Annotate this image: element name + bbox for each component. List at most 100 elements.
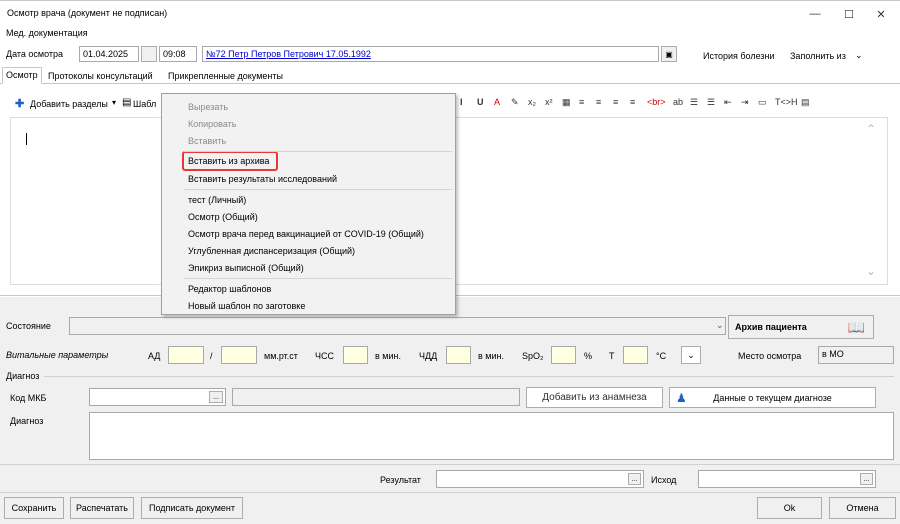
align-left-icon[interactable]: ≡ bbox=[579, 97, 584, 107]
number-list-icon[interactable]: ☰ bbox=[707, 97, 715, 108]
title-bar: Осмотр врача (документ не подписан) — ☐ … bbox=[0, 0, 900, 25]
date-label: Дата осмотра bbox=[6, 49, 64, 59]
menu-item-7[interactable]: Осмотр врача перед вакцинацией от COVID-… bbox=[188, 229, 424, 239]
menu-item-10[interactable]: Редактор шаблонов bbox=[188, 284, 271, 294]
menu-item-11[interactable]: Новый шаблон по заготовке bbox=[188, 301, 305, 311]
context-menu: Вырезать Копировать Вставить Вставить из ар… bbox=[161, 93, 456, 315]
book-icon: 📖 bbox=[847, 319, 865, 335]
justify-icon[interactable]: ≡ bbox=[630, 97, 635, 107]
italic-icon[interactable]: I bbox=[460, 97, 463, 107]
diagnosis-divider bbox=[44, 376, 894, 377]
align-center-icon[interactable]: ≡ bbox=[596, 97, 601, 107]
print-button[interactable]: Распечатать bbox=[70, 497, 134, 519]
result-field[interactable] bbox=[436, 470, 644, 488]
menu-item-1: Копировать bbox=[188, 119, 237, 129]
mkb-input[interactable] bbox=[89, 388, 226, 406]
tab-osmotr[interactable]: Осмотр bbox=[2, 67, 42, 84]
plus-icon[interactable]: ✚ bbox=[15, 97, 24, 110]
menu-item-2: Вставить bbox=[188, 136, 227, 146]
person-icon: ♟ bbox=[676, 391, 687, 405]
menu-item-6[interactable]: Осмотр (Общий) bbox=[188, 212, 258, 222]
fill-from-button[interactable]: Заполнить из bbox=[790, 51, 846, 61]
history-button[interactable]: История болезни bbox=[703, 51, 775, 61]
line-break-icon[interactable]: <br> bbox=[647, 97, 666, 107]
subscript-icon[interactable]: x₂ bbox=[528, 97, 536, 107]
bp-diastolic-input[interactable] bbox=[221, 346, 257, 364]
align-right-icon[interactable]: ≡ bbox=[613, 97, 618, 107]
menu-item-4[interactable]: Вставить результаты исследований bbox=[188, 174, 337, 184]
sign-document-button[interactable]: Подписать документ bbox=[141, 497, 243, 519]
menu-item-0: Вырезать bbox=[188, 102, 229, 112]
template-icon[interactable]: ▤ bbox=[122, 97, 131, 108]
archive-button[interactable]: Архив пациента 📖 bbox=[728, 315, 874, 339]
menu-bar: Мед. документация bbox=[0, 26, 900, 41]
diagnosis-group-label: Диагноз bbox=[6, 371, 40, 381]
menu-item-5[interactable]: тест (Личный) bbox=[188, 195, 246, 205]
formatting-toolbar: I U A ✎ x₂ x² ▦ ≡ ≡ ≡ ≡ <br> ab ☰ ☰ ⇤ ⇥ ▭ T<>H ▤ bbox=[460, 97, 885, 111]
cancel-button[interactable]: Отмена bbox=[829, 497, 896, 519]
tag-icon[interactable]: T<>H bbox=[775, 97, 798, 107]
header-row: Дата осмотра 01.04.2025 09:08 №72 Петр П… bbox=[0, 43, 900, 65]
menu-med-docs[interactable]: Мед. документация bbox=[6, 28, 88, 38]
archive-label: Архив пациента bbox=[735, 322, 807, 332]
date-field[interactable]: 01.04.2025 bbox=[79, 46, 139, 62]
add-sections-button[interactable]: Добавить разделы bbox=[30, 99, 108, 109]
rr-label: ЧДД bbox=[419, 351, 438, 361]
ok-button[interactable]: Ok bbox=[757, 497, 822, 519]
hr-input[interactable] bbox=[343, 346, 368, 364]
hr-label: ЧСС bbox=[315, 351, 334, 361]
rr-input[interactable] bbox=[446, 346, 471, 364]
footer-divider bbox=[0, 492, 900, 493]
spo2-input[interactable] bbox=[551, 346, 576, 364]
close-button[interactable]: ✕ bbox=[866, 4, 896, 24]
menu-separator bbox=[184, 189, 452, 190]
bp-systolic-input[interactable] bbox=[168, 346, 204, 364]
current-dx-button[interactable]: ♟ Данные о текущем диагнозе bbox=[669, 387, 876, 408]
menu-item-9[interactable]: Эпикриз выписной (Общий) bbox=[188, 263, 304, 273]
menu-item-8[interactable]: Углубленная диспансеризация (Общий) bbox=[188, 246, 355, 256]
maximize-button[interactable]: ☐ bbox=[834, 4, 864, 24]
box-icon[interactable]: ▭ bbox=[758, 97, 767, 108]
outcome-field[interactable] bbox=[698, 470, 876, 488]
scroll-down-icon[interactable]: ⌄ bbox=[866, 264, 876, 278]
minimize-button[interactable]: — bbox=[800, 4, 830, 24]
tab-attached-docs[interactable]: Прикрепленные документы bbox=[165, 69, 286, 84]
highlight-icon[interactable]: ✎ bbox=[511, 97, 519, 108]
result-browse-button[interactable]: ... bbox=[628, 473, 641, 485]
templates-button[interactable]: Шабл bbox=[133, 99, 156, 109]
tab-protocols[interactable]: Протоколы консультаций bbox=[45, 69, 156, 84]
tab-bar: Осмотр Протоколы консультаций Прикреплен… bbox=[0, 67, 900, 84]
underline-icon[interactable]: U bbox=[477, 97, 484, 107]
state-chevron-icon[interactable]: ⌄ bbox=[716, 320, 724, 331]
calendar-icon[interactable] bbox=[141, 46, 157, 62]
dx-textarea[interactable] bbox=[89, 412, 894, 460]
vitals-expand-button[interactable]: ⌄ bbox=[681, 346, 701, 364]
temp-input[interactable] bbox=[623, 346, 648, 364]
scroll-up-icon[interactable]: ⌃ bbox=[866, 122, 876, 136]
state-label: Состояние bbox=[6, 321, 51, 331]
chevron-down-icon[interactable]: ⌄ bbox=[855, 50, 863, 61]
hr-unit: в мин. bbox=[375, 351, 401, 361]
superscript-icon[interactable]: x² bbox=[545, 97, 553, 107]
mkb-browse-button[interactable]: ... bbox=[209, 391, 223, 403]
place-field[interactable]: в МО bbox=[818, 346, 894, 364]
time-field[interactable]: 09:08 bbox=[159, 46, 197, 62]
dropdown-arrow-icon[interactable]: ▾ bbox=[112, 98, 116, 107]
state-select[interactable] bbox=[69, 317, 726, 335]
outcome-browse-button[interactable]: ... bbox=[860, 473, 873, 485]
patient-link[interactable]: №72 Петр Петров Петрович 17.05.1992 bbox=[202, 46, 659, 62]
table-icon[interactable]: ▦ bbox=[562, 97, 571, 108]
current-dx-label: Данные о текущем диагнозе bbox=[713, 392, 832, 403]
mkb-label: Код МКБ bbox=[10, 393, 47, 403]
mmhg-label: мм.рт.ст bbox=[264, 351, 298, 361]
bullet-list-icon[interactable]: ☰ bbox=[690, 97, 698, 108]
menu-item-3[interactable]: Вставить из архива bbox=[188, 156, 269, 166]
spellcheck-icon[interactable]: ab bbox=[673, 97, 683, 107]
add-from-anamnesis-button[interactable]: Добавить из анамнеза bbox=[526, 387, 663, 408]
paste-icon[interactable]: ▤ bbox=[801, 97, 810, 108]
outdent-icon[interactable]: ⇤ bbox=[724, 97, 732, 108]
indent-icon[interactable]: ⇥ bbox=[741, 97, 749, 108]
patient-card-icon[interactable]: ▣ bbox=[661, 46, 677, 62]
font-color-icon[interactable]: A bbox=[494, 97, 500, 107]
save-button[interactable]: Сохранить bbox=[4, 497, 64, 519]
